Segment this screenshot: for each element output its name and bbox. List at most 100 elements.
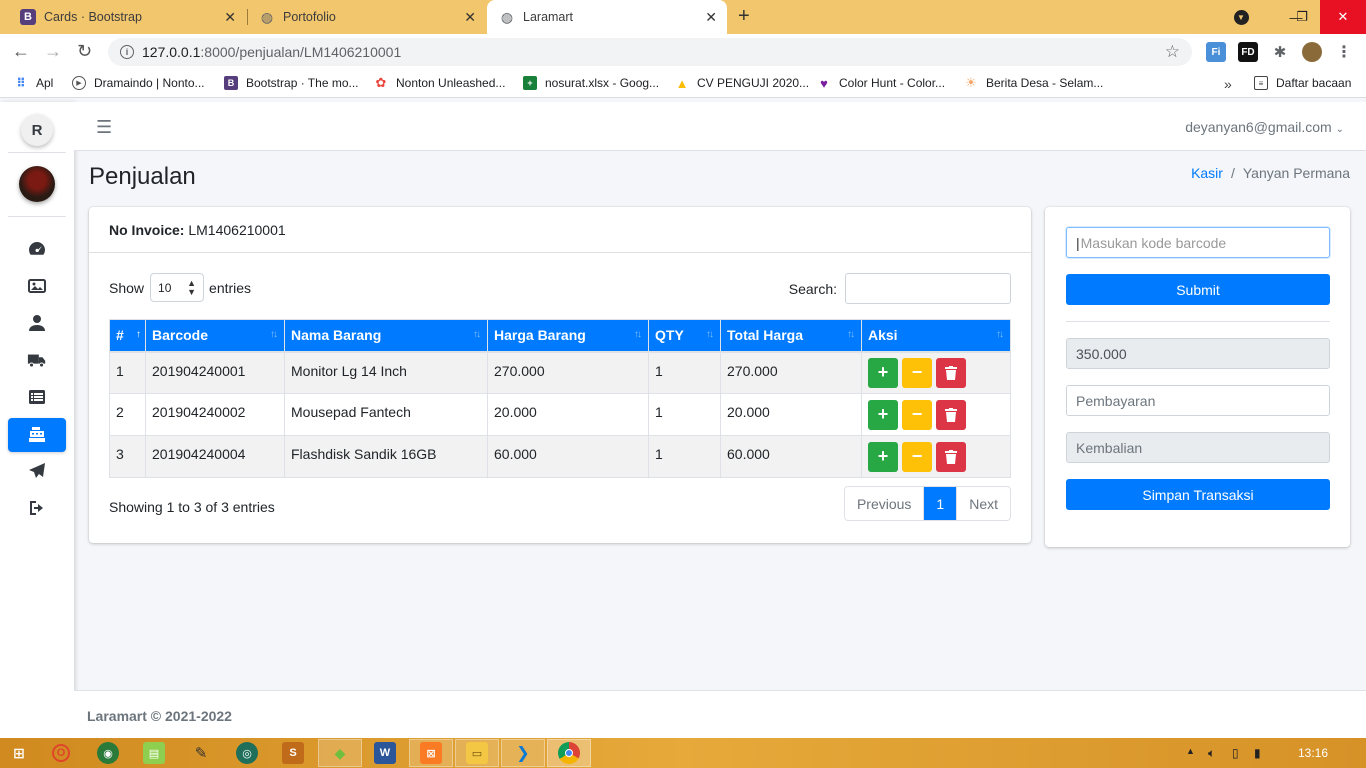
chrome-icon[interactable] xyxy=(558,742,580,764)
barcode-input[interactable]: | Masukan kode barcode xyxy=(1066,227,1330,258)
search-input[interactable] xyxy=(845,273,1011,304)
column-header-total[interactable]: Total Harga ↑↓ xyxy=(720,319,862,353)
sidebar-item-kasir[interactable] xyxy=(8,418,66,452)
files-app-icon[interactable]: ▤ xyxy=(143,742,165,764)
column-header-barcode[interactable]: Barcode ↑↓ xyxy=(145,319,285,353)
increase-qty-button[interactable]: + xyxy=(868,357,898,388)
globe-app-icon[interactable]: ◉ xyxy=(97,742,119,764)
bookmark-nosurat[interactable]: + nosurat.xlsx - Goog... xyxy=(523,76,659,90)
hamburger-menu-icon[interactable]: ☰ xyxy=(96,117,112,138)
sidebar-item-send[interactable] xyxy=(8,454,66,488)
reading-list[interactable]: ≡ Daftar bacaan xyxy=(1254,76,1351,90)
entries-select[interactable]: 10 ▲ ▼ xyxy=(150,273,205,302)
bookmark-apps[interactable]: ⠿ Apl xyxy=(14,76,53,90)
tab-cards-bootstrap[interactable]: B Cards · Bootstrap ✕ xyxy=(0,0,246,34)
column-header-harga[interactable]: Harga Barang ↑↓ xyxy=(487,319,649,353)
speaker-icon[interactable]: 🔈︎ xyxy=(1208,746,1215,761)
column-header-no[interactable]: # ↑ xyxy=(109,319,146,353)
extensions-puzzle-icon[interactable]: ✱ xyxy=(1270,42,1290,62)
bookmark-nonton[interactable]: ✿ Nonton Unleashed... xyxy=(374,75,506,90)
tab-close-icon[interactable]: ✕ xyxy=(705,9,717,26)
save-transaction-button[interactable]: Simpan Transaksi xyxy=(1066,479,1330,510)
more-bookmarks-icon[interactable]: » xyxy=(1224,76,1232,92)
xampp-icon[interactable]: ⊠ xyxy=(420,742,442,764)
user-menu[interactable]: deyanyan6@gmail.com ⌄ xyxy=(1185,119,1344,135)
profile-avatar-icon[interactable] xyxy=(1302,42,1322,62)
sidebar-item-dashboard[interactable] xyxy=(8,232,66,266)
windows-start-icon[interactable]: ⊞ xyxy=(8,742,30,764)
sheets-icon: + xyxy=(523,76,537,90)
bookmark-cv-penguji[interactable]: ▲ CV PENGUJI 2020... xyxy=(675,76,809,91)
cell-nama: Flashdisk Sandik 16GB xyxy=(284,435,488,478)
column-header-qty[interactable]: QTY ↑↓ xyxy=(648,319,721,353)
column-header-aksi[interactable]: Aksi ↑↓ xyxy=(861,319,1011,353)
bookmark-dramaindo[interactable]: ▶ Dramaindo | Nonto... xyxy=(72,76,205,90)
footer-copyright: Laramart © 2021-2022 xyxy=(87,708,232,724)
bookmark-label: Apl xyxy=(36,76,54,90)
restore-icon[interactable]: ❐ xyxy=(1284,0,1320,34)
tab-portofolio[interactable]: ◍ Portofolio ✕ xyxy=(239,0,486,34)
browser-tab-bar: B Cards · Bootstrap ✕ ◍ Portofolio ✕ ◍ L… xyxy=(0,0,1366,34)
globe-icon: ◍ xyxy=(500,8,514,25)
sort-icon: ↑↓ xyxy=(473,329,481,340)
change-field: Kembalian xyxy=(1066,432,1330,463)
tab-close-icon[interactable]: ✕ xyxy=(464,9,476,26)
bookmarks-bar: ⠿ Apl ▶ Dramaindo | Nonto... B Bootstrap… xyxy=(0,70,1366,98)
word-icon[interactable]: W xyxy=(374,742,396,764)
extension-fd-icon[interactable]: FD xyxy=(1238,42,1258,62)
sublime-text-icon[interactable]: S xyxy=(282,742,304,764)
sidebar-item-list[interactable] xyxy=(8,380,66,414)
tray-expand-icon[interactable]: ▲ xyxy=(1186,746,1195,756)
new-tab-icon[interactable]: + xyxy=(738,5,750,28)
column-header-nama[interactable]: Nama Barang ↑↓ xyxy=(284,319,488,353)
sidebar-item-users[interactable] xyxy=(8,306,66,340)
bookmark-berita-desa[interactable]: ☀ Berita Desa - Selam... xyxy=(964,75,1103,90)
avatar[interactable] xyxy=(19,166,55,202)
decrease-qty-button[interactable]: − xyxy=(902,441,932,472)
sidebar-item-gallery[interactable] xyxy=(8,269,66,303)
opera-icon[interactable]: O xyxy=(52,744,70,762)
cell-nama: Mousepad Fantech xyxy=(284,393,488,436)
window-close-icon[interactable]: ✕ xyxy=(1320,0,1366,34)
battery-icon[interactable]: ▯ xyxy=(1232,746,1239,760)
tab-laramart[interactable]: ◍ Laramart ✕ xyxy=(487,0,727,34)
menu-kebab-icon[interactable]: ⋮ xyxy=(1334,42,1354,62)
pagination-next-button[interactable]: Next xyxy=(957,487,1010,520)
bookmark-star-icon[interactable]: ☆ xyxy=(1165,42,1180,62)
network-icon[interactable]: ▮ xyxy=(1254,746,1261,760)
text-cursor: | xyxy=(1076,234,1080,251)
forward-icon[interactable]: → xyxy=(44,41,62,62)
sidebar-item-logout[interactable] xyxy=(8,491,66,525)
payment-input[interactable]: Pembayaran xyxy=(1066,385,1330,416)
vscode-icon[interactable]: ❯ xyxy=(512,742,534,764)
decrease-qty-button[interactable]: − xyxy=(902,399,932,430)
bookmark-bootstrap[interactable]: B Bootstrap · The mo... xyxy=(224,76,359,90)
taskbar-clock[interactable]: 13:16 xyxy=(1298,746,1328,760)
bookmark-color-hunt[interactable]: ♥ Color Hunt - Color... xyxy=(817,76,945,91)
cart-table: # ↑ Barcode ↑↓ Nama Barang ↑↓ Harga Barang ↑… xyxy=(109,319,1011,478)
sketch-app-icon[interactable]: ◆ xyxy=(329,742,351,764)
reload-icon[interactable]: ↻ xyxy=(77,41,92,62)
extension-fi-icon[interactable]: Fi xyxy=(1206,42,1226,62)
back-icon[interactable]: ← xyxy=(12,41,30,62)
media-player-icon[interactable]: ◎ xyxy=(236,742,258,764)
sidebar-item-supplier[interactable] xyxy=(8,343,66,377)
tab-close-icon[interactable]: ✕ xyxy=(224,9,236,26)
brand-logo[interactable]: R xyxy=(21,114,53,146)
tab-search-icon[interactable]: ▼ xyxy=(1226,0,1256,34)
pagination-previous-button[interactable]: Previous xyxy=(845,487,925,520)
pagination-page-button[interactable]: 1 xyxy=(924,487,958,520)
increase-qty-button[interactable]: + xyxy=(868,441,898,472)
delete-item-button[interactable] xyxy=(936,357,966,388)
file-explorer-icon[interactable]: ▭ xyxy=(466,742,488,764)
sidebar-divider xyxy=(8,152,66,153)
paint-icon[interactable]: ✎ xyxy=(190,742,212,764)
delete-item-button[interactable] xyxy=(936,441,966,472)
breadcrumb-link-kasir[interactable]: Kasir xyxy=(1191,165,1223,181)
submit-button[interactable]: Submit xyxy=(1066,274,1330,305)
decrease-qty-button[interactable]: − xyxy=(902,357,932,388)
delete-item-button[interactable] xyxy=(936,399,966,430)
address-bar[interactable]: i 127.0.0.1:8000/penjualan/LM1406210001 … xyxy=(108,38,1192,66)
site-info-icon[interactable]: i xyxy=(120,45,134,59)
increase-qty-button[interactable]: + xyxy=(868,399,898,430)
